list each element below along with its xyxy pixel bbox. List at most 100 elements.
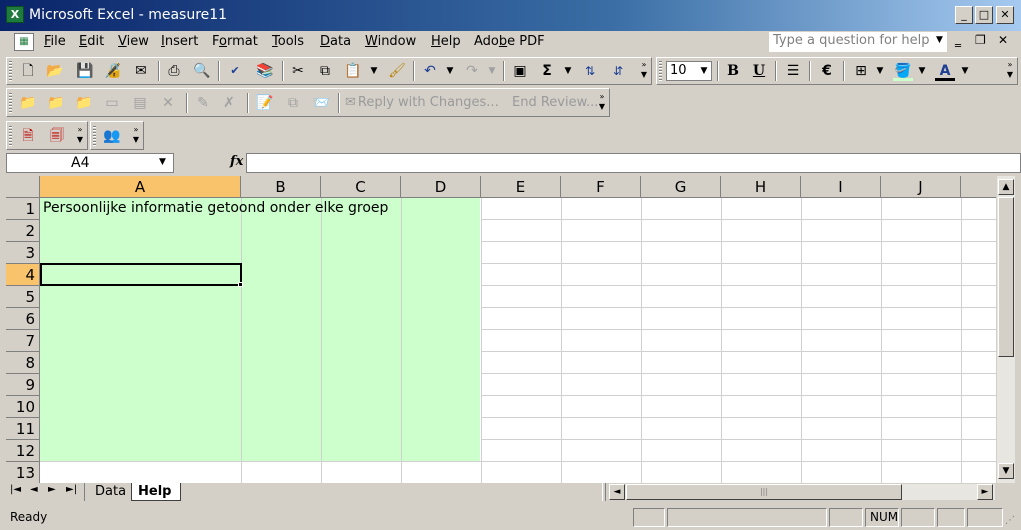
- fill-handle[interactable]: [238, 282, 243, 287]
- toolbar-options-icon[interactable]: » ▼: [597, 92, 607, 114]
- scroll-left-button[interactable]: ◄: [609, 484, 625, 500]
- convert-to-pdf-icon[interactable]: 🗎: [18, 126, 38, 146]
- name-box-dropdown-icon[interactable]: ▼: [159, 157, 166, 167]
- end-review-button[interactable]: End Review...: [512, 95, 598, 110]
- last-sheet-button[interactable]: ►|: [66, 484, 77, 495]
- column-header-f[interactable]: F: [561, 176, 641, 198]
- formula-input[interactable]: [246, 153, 1021, 173]
- help-dropdown-icon[interactable]: ▼: [936, 35, 943, 45]
- row-header-13[interactable]: 13: [6, 462, 40, 483]
- toolbar-grip[interactable]: [93, 126, 96, 146]
- minimize-button[interactable]: _: [955, 6, 973, 24]
- borders-dropdown-icon[interactable]: ▼: [875, 61, 885, 81]
- column-header-c[interactable]: C: [321, 176, 401, 198]
- row-header-7[interactable]: 7: [6, 330, 40, 352]
- euro-style-button[interactable]: €: [817, 61, 837, 81]
- next-sheet-button[interactable]: ►: [48, 484, 56, 495]
- tab-data[interactable]: Data: [84, 483, 134, 501]
- permission-icon[interactable]: 🔏: [103, 61, 123, 81]
- autosum-dropdown-icon[interactable]: ▼: [563, 61, 573, 81]
- row-header-11[interactable]: 11: [6, 418, 40, 440]
- email-icon[interactable]: ✉: [131, 61, 151, 81]
- column-header-h[interactable]: H: [721, 176, 801, 198]
- reject-change-icon[interactable]: ✗: [219, 93, 239, 113]
- undo-icon[interactable]: ↶: [420, 61, 440, 81]
- row-header-12[interactable]: 12: [6, 440, 40, 462]
- row-header-3[interactable]: 3: [6, 242, 40, 264]
- menu-tools[interactable]: Tools: [272, 34, 304, 49]
- toolbar-grip[interactable]: [9, 93, 12, 113]
- send-to-mail-icon[interactable]: 📨: [311, 93, 331, 113]
- scroll-down-button[interactable]: ▼: [998, 463, 1014, 479]
- menu-window[interactable]: Window: [365, 34, 416, 49]
- format-painter-icon[interactable]: 🖌: [387, 61, 407, 81]
- maximize-button[interactable]: □: [975, 6, 993, 24]
- horizontal-scrollbar[interactable]: ◄ ||| ►: [609, 484, 995, 500]
- print-icon[interactable]: ⎙: [164, 61, 184, 81]
- bold-button[interactable]: B: [723, 61, 743, 81]
- row-header-5[interactable]: 5: [6, 286, 40, 308]
- open-icon[interactable]: 📂: [45, 61, 65, 81]
- column-header-j[interactable]: J: [881, 176, 961, 198]
- underline-button[interactable]: U: [749, 61, 769, 81]
- redo-icon[interactable]: ↷: [462, 61, 482, 81]
- first-sheet-button[interactable]: |◄: [10, 484, 21, 495]
- previous-comment-icon[interactable]: 📁: [46, 93, 66, 113]
- row-header-4[interactable]: 4: [6, 264, 40, 286]
- scroll-up-button[interactable]: ▲: [998, 179, 1014, 195]
- cell-a1[interactable]: Persoonlijke informatie getoond onder el…: [43, 200, 388, 216]
- font-color-dropdown-icon[interactable]: ▼: [960, 61, 970, 81]
- row-header-1[interactable]: 1: [6, 198, 40, 220]
- next-comment-icon[interactable]: 📁: [74, 93, 94, 113]
- spelling-icon[interactable]: ✔: [225, 61, 245, 81]
- toolbar-options-icon[interactable]: » ▼: [639, 60, 649, 82]
- column-header-i[interactable]: I: [801, 176, 881, 198]
- copy-icon[interactable]: ⧉: [315, 61, 335, 81]
- row-header-10[interactable]: 10: [6, 396, 40, 418]
- name-box[interactable]: A4: [6, 153, 174, 173]
- column-header-g[interactable]: G: [641, 176, 721, 198]
- autosum-icon[interactable]: Σ: [537, 61, 557, 81]
- column-header-b[interactable]: B: [241, 176, 321, 198]
- menu-format[interactable]: Format: [212, 34, 258, 49]
- cut-icon[interactable]: ✂: [288, 61, 308, 81]
- vertical-scroll-thumb[interactable]: [998, 197, 1014, 357]
- toolbar-grip[interactable]: [659, 61, 662, 81]
- toolbar-grip[interactable]: [9, 61, 12, 81]
- horizontal-scroll-thumb[interactable]: |||: [626, 484, 902, 500]
- fill-color-dropdown-icon[interactable]: ▼: [917, 61, 927, 81]
- paste-dropdown-icon[interactable]: ▼: [369, 61, 379, 81]
- vertical-scrollbar[interactable]: ▲ ▼: [997, 176, 1015, 483]
- toolbar-options-icon[interactable]: » ▼: [131, 125, 141, 147]
- delete-comment-icon[interactable]: ✕: [158, 93, 178, 113]
- borders-icon[interactable]: ⊞: [851, 61, 871, 81]
- undo-dropdown-icon[interactable]: ▼: [445, 61, 455, 81]
- select-all-corner[interactable]: [6, 176, 40, 198]
- fill-color-icon[interactable]: 🪣: [893, 61, 913, 81]
- doc-close-button[interactable]: ✕: [998, 33, 1008, 47]
- menu-view[interactable]: View: [118, 34, 149, 49]
- send-for-review-icon[interactable]: 👥: [102, 126, 122, 146]
- toolbar-options-icon[interactable]: » ▼: [75, 125, 85, 147]
- menu-help[interactable]: Help: [431, 34, 461, 49]
- column-header-a[interactable]: A: [40, 176, 241, 198]
- row-header-9[interactable]: 9: [6, 374, 40, 396]
- menu-grip[interactable]: [6, 34, 9, 52]
- doc-restore-button[interactable]: ❐: [975, 33, 986, 47]
- create-task-icon[interactable]: 📝: [255, 93, 275, 113]
- close-button[interactable]: ✕: [996, 6, 1014, 24]
- insert-function-icon[interactable]: fx: [230, 154, 243, 169]
- align-right-icon[interactable]: ☰: [783, 61, 803, 81]
- font-color-button[interactable]: A: [935, 61, 955, 81]
- tab-split-handle[interactable]: [602, 483, 606, 501]
- sort-descending-icon[interactable]: ⇵: [608, 61, 628, 81]
- convert-and-email-pdf-icon[interactable]: 🗐: [47, 126, 67, 146]
- prev-sheet-button[interactable]: ◄: [30, 484, 38, 495]
- research-icon[interactable]: 📚: [255, 61, 275, 81]
- paste-icon[interactable]: 📋: [343, 61, 363, 81]
- scroll-right-button[interactable]: ►: [977, 484, 993, 500]
- excel-app-icon[interactable]: X: [6, 6, 24, 23]
- euro-conversion-icon[interactable]: ▣: [510, 61, 530, 81]
- new-comment-icon[interactable]: 📁: [18, 93, 38, 113]
- print-preview-icon[interactable]: 🔍: [192, 61, 212, 81]
